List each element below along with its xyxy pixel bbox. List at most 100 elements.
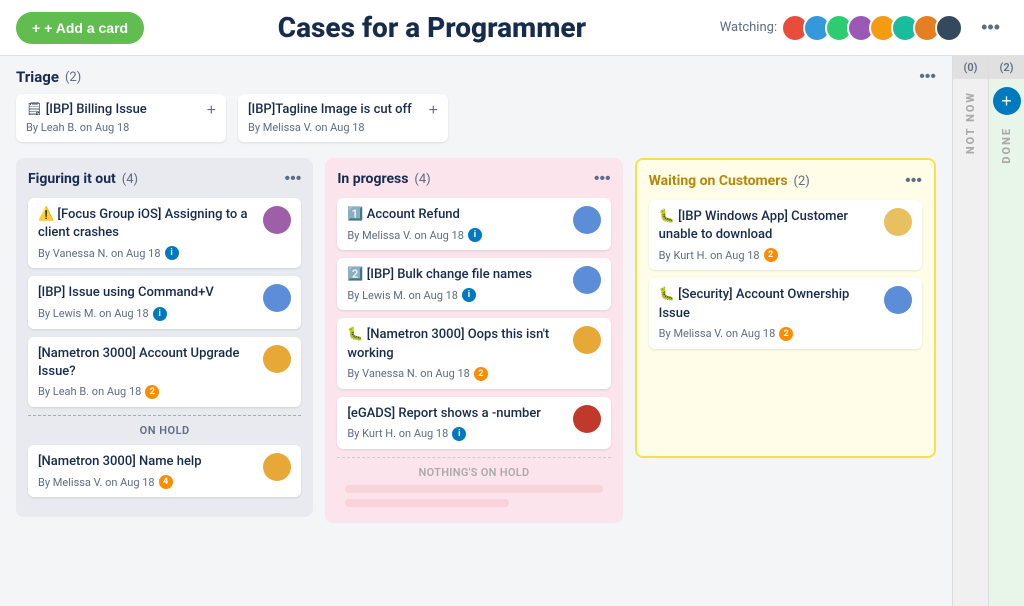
card-meta: By Melissa V. on Aug 18 i — [347, 228, 564, 242]
card-title: 2️⃣ [IBP] Bulk change file names — [347, 266, 564, 284]
watching-label: Watching: — [720, 20, 777, 35]
header-right: Watching: ••• — [720, 13, 1008, 42]
col-count: (2) — [794, 174, 810, 189]
triage-cards: 🗒 [IBP] Billing Issue By Leah B. on Aug … — [16, 94, 936, 142]
triage-more-button[interactable]: ••• — [919, 68, 936, 86]
card-content: [Nametron 3000] Account Upgrade Issue? B… — [38, 345, 255, 399]
header: + + Add a card Cases for a Programmer Wa… — [0, 0, 1024, 56]
card-title: 🐛 [Nametron 3000] Oops this isn't workin… — [347, 326, 564, 362]
card-item[interactable]: 🐛 [Nametron 3000] Oops this isn't workin… — [337, 318, 610, 388]
watcher-avatars — [787, 14, 963, 42]
col-title: Figuring it out — [28, 171, 116, 187]
card-title: [eGADS] Report shows a -number — [347, 405, 564, 423]
col-count: (4) — [122, 172, 138, 187]
card-avatar — [573, 405, 601, 433]
card-meta: By Vanessa N. on Aug 18 2 — [347, 367, 564, 381]
card-content: ⚠️ [Focus Group iOS] Assigning to a clie… — [38, 206, 255, 260]
done-label: DONE — [1000, 127, 1013, 164]
col-title: Waiting on Customers — [649, 173, 788, 189]
card-content: 🐛 [IBP Windows App] Customer unable to d… — [659, 208, 876, 262]
card-content: 🐛 [Nametron 3000] Oops this isn't workin… — [347, 326, 564, 380]
card-meta: By Vanessa N. on Aug 18 i — [38, 246, 255, 260]
add-card-button[interactable]: + + Add a card — [16, 12, 144, 44]
col-more-button[interactable]: ••• — [594, 170, 611, 188]
triage-header: Triage (2) ••• — [16, 68, 936, 86]
header-more-button[interactable]: ••• — [973, 13, 1008, 42]
done-add-button[interactable]: + — [993, 87, 1021, 115]
not-now-count: (0) — [953, 56, 988, 79]
card-avatar — [884, 286, 912, 314]
card-item[interactable]: [Nametron 3000] Account Upgrade Issue? B… — [28, 337, 301, 407]
on-hold-label: ON HOLD — [28, 424, 301, 437]
placeholder-bar — [345, 485, 602, 493]
card-avatar — [573, 326, 601, 354]
page-title: Cases for a Programmer — [144, 11, 720, 44]
column-inprogress: In progress (4) ••• 1️⃣ Account Refund B… — [325, 158, 622, 523]
col-count: (4) — [414, 172, 430, 187]
done-panel: (2) + DONE — [988, 56, 1024, 606]
not-now-label: NOT NOW — [964, 91, 977, 154]
info-badge: 2 — [779, 327, 793, 341]
card-content: 🐛 [Security] Account Ownership Issue By … — [659, 286, 876, 340]
card-meta: By Melissa V. on Aug 18 2 — [659, 327, 876, 341]
main-area: Triage (2) ••• 🗒 [IBP] Billing Issue By … — [0, 56, 1024, 606]
triage-card-content: 🗒 [IBP] Billing Issue By Leah B. on Aug … — [26, 102, 207, 134]
card-title: ⚠️ [Focus Group iOS] Assigning to a clie… — [38, 206, 255, 242]
info-badge: 2 — [145, 385, 159, 399]
card-avatar — [263, 206, 291, 234]
info-badge: 2 — [764, 248, 778, 262]
triage-card[interactable]: 🗒 [IBP] Billing Issue By Leah B. on Aug … — [16, 94, 226, 142]
triage-title: Triage — [16, 68, 59, 86]
card-title: 🐛 [Security] Account Ownership Issue — [659, 286, 876, 322]
triage-card-title: 🗒 [IBP] Billing Issue — [26, 102, 207, 117]
info-badge: i — [468, 228, 482, 242]
card-title: 🐛 [IBP Windows App] Customer unable to d… — [659, 208, 876, 244]
info-badge: i — [452, 427, 466, 441]
card-content: 1️⃣ Account Refund By Melissa V. on Aug … — [347, 206, 564, 242]
columns-row: Figuring it out (4) ••• ⚠️ [Focus Group … — [16, 158, 936, 523]
card-title: [Nametron 3000] Name help — [38, 453, 255, 471]
done-count: (2) — [989, 56, 1024, 79]
card-item[interactable]: [eGADS] Report shows a -number By Kurt H… — [337, 397, 610, 449]
col-header: In progress (4) ••• — [337, 170, 610, 188]
card-avatar — [573, 266, 601, 294]
col-header: Waiting on Customers (2) ••• — [649, 172, 922, 190]
card-meta: By Melissa V. on Aug 18 4 — [38, 475, 255, 489]
card-avatar — [573, 206, 601, 234]
triage-card-content: [IBP]Tagline Image is cut off By Melissa… — [248, 102, 429, 134]
not-now-panel: (0) NOT NOW — [952, 56, 988, 606]
card-item[interactable]: 🐛 [Security] Account Ownership Issue By … — [649, 278, 922, 348]
card-avatar — [884, 208, 912, 236]
card-add-button[interactable]: + — [207, 102, 216, 120]
card-item[interactable]: 1️⃣ Account Refund By Melissa V. on Aug … — [337, 198, 610, 250]
triage-card-title: [IBP]Tagline Image is cut off — [248, 102, 429, 117]
board: Triage (2) ••• 🗒 [IBP] Billing Issue By … — [0, 56, 952, 606]
card-avatar — [263, 453, 291, 481]
card-content: 2️⃣ [IBP] Bulk change file names By Lewi… — [347, 266, 564, 302]
card-item[interactable]: [IBP] Issue using Command+V By Lewis M. … — [28, 276, 301, 328]
card-item[interactable]: ⚠️ [Focus Group iOS] Assigning to a clie… — [28, 198, 301, 268]
card-content: [eGADS] Report shows a -number By Kurt H… — [347, 405, 564, 441]
nothing-on-hold-label: NOTHING'S ON HOLD — [337, 466, 610, 479]
triage-card[interactable]: [IBP]Tagline Image is cut off By Melissa… — [238, 94, 448, 142]
column-waiting: Waiting on Customers (2) ••• 🐛 [IBP Wind… — [635, 158, 936, 458]
card-avatar — [263, 284, 291, 312]
info-badge: i — [153, 307, 167, 321]
col-more-button[interactable]: ••• — [905, 172, 922, 190]
card-item[interactable]: 2️⃣ [IBP] Bulk change file names By Lewi… — [337, 258, 610, 310]
info-badge: i — [165, 246, 179, 260]
card-item[interactable]: 🐛 [IBP Windows App] Customer unable to d… — [649, 200, 922, 270]
column-figuring: Figuring it out (4) ••• ⚠️ [Focus Group … — [16, 158, 313, 517]
info-badge: 4 — [159, 475, 173, 489]
card-meta: By Leah B. on Aug 18 2 — [38, 385, 255, 399]
card-content: [IBP] Issue using Command+V By Lewis M. … — [38, 284, 255, 320]
col-more-button[interactable]: ••• — [285, 170, 302, 188]
card-content: [Nametron 3000] Name help By Melissa V. … — [38, 453, 255, 489]
watcher-avatar — [935, 14, 963, 42]
card-add-button[interactable]: + — [429, 102, 438, 120]
on-hold-card[interactable]: [Nametron 3000] Name help By Melissa V. … — [28, 445, 301, 497]
card-meta: By Melissa V. on Aug 18 — [248, 121, 429, 134]
col-header: Figuring it out (4) ••• — [28, 170, 301, 188]
plus-icon: + — [32, 20, 40, 36]
card-avatar — [263, 345, 291, 373]
